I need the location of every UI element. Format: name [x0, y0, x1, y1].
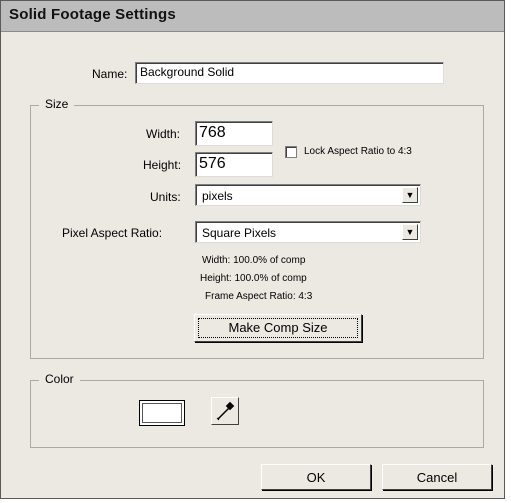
color-swatch[interactable] — [139, 400, 185, 426]
eyedropper-icon — [216, 401, 235, 421]
units-select-value: pixels — [202, 189, 233, 203]
make-comp-size-label: Make Comp Size — [228, 320, 328, 335]
dropdown-arrow-icon[interactable]: ▼ — [402, 187, 418, 203]
width-input[interactable]: 768 — [195, 121, 273, 146]
pixel-aspect-ratio-label: Pixel Aspect Ratio: — [62, 226, 163, 240]
ok-button-label: OK — [306, 470, 326, 485]
height-input[interactable]: 576 — [195, 152, 273, 177]
info-height-text: Height: 100.0% of comp — [200, 273, 307, 284]
width-input-value: 768 — [199, 124, 226, 141]
title-bar[interactable]: Solid Footage Settings — [1, 1, 504, 32]
cancel-button[interactable]: Cancel — [382, 464, 492, 490]
pixel-aspect-ratio-select[interactable]: Square Pixels ▼ — [195, 221, 421, 243]
height-label: Height: — [143, 158, 182, 172]
height-input-value: 576 — [199, 155, 226, 172]
pixel-aspect-ratio-value: Square Pixels — [202, 226, 277, 240]
dropdown-arrow-icon[interactable]: ▼ — [402, 224, 418, 240]
ok-button[interactable]: OK — [261, 464, 371, 490]
name-input-value: Background Solid — [140, 65, 235, 79]
lock-aspect-ratio-label: Lock Aspect Ratio to 4:3 — [304, 146, 412, 157]
solid-footage-settings-dialog: Solid Footage Settings Name: Background … — [0, 0, 505, 499]
units-label: Units: — [150, 190, 181, 204]
color-group — [30, 380, 484, 448]
info-width-text: Width: 100.0% of comp — [202, 255, 306, 266]
width-label: Width: — [146, 127, 181, 141]
dialog-title: Solid Footage Settings — [9, 6, 176, 23]
eyedropper-button[interactable] — [211, 397, 239, 425]
name-input[interactable]: Background Solid — [135, 62, 444, 84]
color-group-legend: Color — [39, 372, 80, 386]
lock-aspect-ratio-checkbox[interactable] — [285, 146, 297, 158]
size-group-legend: Size — [39, 97, 75, 111]
make-comp-size-button[interactable]: Make Comp Size — [194, 314, 362, 342]
units-select[interactable]: pixels ▼ — [195, 184, 421, 206]
cancel-button-label: Cancel — [416, 470, 458, 485]
name-label: Name: — [92, 67, 128, 81]
info-frame-aspect-text: Frame Aspect Ratio: 4:3 — [205, 291, 313, 302]
